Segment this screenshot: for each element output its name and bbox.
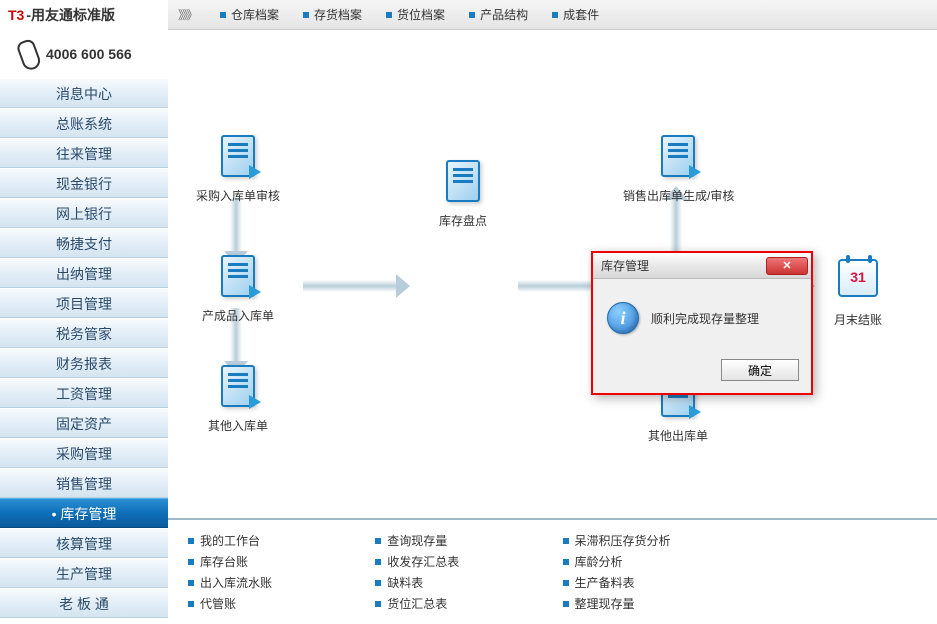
arrow-icon: [670, 198, 682, 253]
phone-icon: [20, 40, 38, 68]
dialog-footer: 确定: [593, 353, 811, 393]
nav-item-17[interactable]: 老 板 通: [0, 588, 168, 618]
close-icon: ✕: [782, 259, 791, 272]
bottom-link[interactable]: 整理现存量: [563, 595, 730, 612]
bullet-icon: [188, 538, 194, 544]
nav-item-10[interactable]: 工资管理: [0, 378, 168, 408]
close-button[interactable]: ✕: [766, 257, 808, 275]
logo-brand: T3: [8, 7, 24, 23]
dialog-title: 库存管理: [601, 257, 649, 274]
wf-node-month-end-close[interactable]: 月末结账: [803, 255, 913, 328]
wf-node-other-in[interactable]: 其他入库单: [183, 365, 293, 434]
bottom-link[interactable]: 缺料表: [375, 574, 542, 591]
bullet-icon: [375, 601, 381, 607]
wf-node-product-in[interactable]: 产成品入库单: [183, 255, 293, 324]
bullet-icon: [375, 538, 381, 544]
sidebar: T3 -用友通标准版 4006 600 566 消息中心总账系统往来管理现金银行…: [0, 0, 168, 624]
bottom-link[interactable]: 代管账: [188, 595, 355, 612]
nav-item-16[interactable]: 生产管理: [0, 558, 168, 588]
bottom-link[interactable]: 收发存汇总表: [375, 553, 542, 570]
wf-node-sales-out-audit[interactable]: 销售出库单生成/审核: [623, 135, 733, 204]
logo-rest: -用友通标准版: [26, 5, 115, 25]
toolbar-item-warehouse-file[interactable]: 仓库档案: [210, 6, 289, 23]
arrow-icon: [230, 198, 242, 253]
bullet-icon: [563, 538, 569, 544]
workflow-canvas: 采购入库单审核 产成品入库单 其他入库单 库存盘点 销售出库单生成/审核 材料出…: [168, 30, 937, 624]
logo: T3 -用友通标准版: [0, 0, 168, 30]
dialog-titlebar[interactable]: 库存管理 ✕: [593, 253, 811, 279]
bullet-icon: [469, 12, 475, 18]
bullet-icon: [220, 12, 226, 18]
arrow-icon: [303, 280, 398, 292]
nav-item-13[interactable]: 销售管理: [0, 468, 168, 498]
nav-item-1[interactable]: 总账系统: [0, 108, 168, 138]
bullet-icon: [188, 601, 194, 607]
nav-item-7[interactable]: 项目管理: [0, 288, 168, 318]
nav-item-5[interactable]: 畅捷支付: [0, 228, 168, 258]
bullet-icon: [563, 559, 569, 565]
bullet-icon: [563, 601, 569, 607]
nav-item-11[interactable]: 固定资产: [0, 408, 168, 438]
nav-item-2[interactable]: 往来管理: [0, 138, 168, 168]
nav-item-6[interactable]: 出纳管理: [0, 258, 168, 288]
dialog-inventory-mgmt: 库存管理 ✕ 顺利完成现存量整理 确定: [591, 251, 813, 395]
bullet-icon: [386, 12, 392, 18]
wf-node-inventory-check[interactable]: 库存盘点: [408, 160, 518, 229]
wf-node-purchase-in-audit[interactable]: 采购入库单审核: [183, 135, 293, 204]
main-area: 》》》 仓库档案 存货档案 货位档案 产品结构 成套件 采购入库单审核: [168, 0, 937, 624]
bullet-icon: [552, 12, 558, 18]
toolbar-item-location-file[interactable]: 货位档案: [376, 6, 455, 23]
nav-item-8[interactable]: 税务管家: [0, 318, 168, 348]
bottom-links: 我的工作台 查询现存量 呆滞积压存货分析库存台账 收发存汇总表 库龄分析出入库流水账 缺料…: [168, 518, 937, 624]
bottom-link[interactable]: 查询现存量: [375, 532, 542, 549]
nav-item-3[interactable]: 现金银行: [0, 168, 168, 198]
dialog-body: 顺利完成现存量整理: [593, 279, 811, 353]
toolbar-item-inventory-file[interactable]: 存货档案: [293, 6, 372, 23]
nav-item-4[interactable]: 网上银行: [0, 198, 168, 228]
document-icon: [214, 255, 262, 303]
nav-item-12[interactable]: 采购管理: [0, 438, 168, 468]
bottom-link[interactable]: 我的工作台: [188, 532, 355, 549]
bottom-link[interactable]: 呆滞积压存货分析: [563, 532, 730, 549]
ok-button[interactable]: 确定: [721, 359, 799, 381]
nav-item-14[interactable]: 库存管理: [0, 498, 168, 528]
bottom-link[interactable]: 货位汇总表: [375, 595, 542, 612]
nav-list: 消息中心总账系统往来管理现金银行网上银行畅捷支付出纳管理项目管理税务管家财务报表…: [0, 78, 168, 618]
bottom-link[interactable]: 库龄分析: [563, 553, 730, 570]
toolbar-toggle-icon[interactable]: 》》》: [178, 6, 196, 23]
document-icon: [214, 365, 262, 413]
document-icon: [654, 135, 702, 183]
document-icon: [214, 135, 262, 183]
nav-item-0[interactable]: 消息中心: [0, 78, 168, 108]
bottom-link[interactable]: 生产备料表: [563, 574, 730, 591]
document-icon: [439, 160, 487, 208]
bullet-icon: [563, 580, 569, 586]
toolbar: 》》》 仓库档案 存货档案 货位档案 产品结构 成套件: [168, 0, 937, 30]
nav-item-9[interactable]: 财务报表: [0, 348, 168, 378]
bottom-link[interactable]: 出入库流水账: [188, 574, 355, 591]
dialog-message: 顺利完成现存量整理: [651, 310, 759, 327]
bottom-link[interactable]: 库存台账: [188, 553, 355, 570]
bullet-icon: [188, 580, 194, 586]
phone-number: 4006 600 566: [46, 46, 132, 62]
bullet-icon: [188, 559, 194, 565]
bullet-icon: [375, 580, 381, 586]
bullet-icon: [375, 559, 381, 565]
toolbar-item-product-structure[interactable]: 产品结构: [459, 6, 538, 23]
phone-area: 4006 600 566: [0, 30, 168, 78]
bullet-icon: [303, 12, 309, 18]
toolbar-item-set-parts[interactable]: 成套件: [542, 6, 609, 23]
info-icon: [607, 302, 639, 334]
nav-item-15[interactable]: 核算管理: [0, 528, 168, 558]
calendar-icon: [834, 259, 882, 307]
